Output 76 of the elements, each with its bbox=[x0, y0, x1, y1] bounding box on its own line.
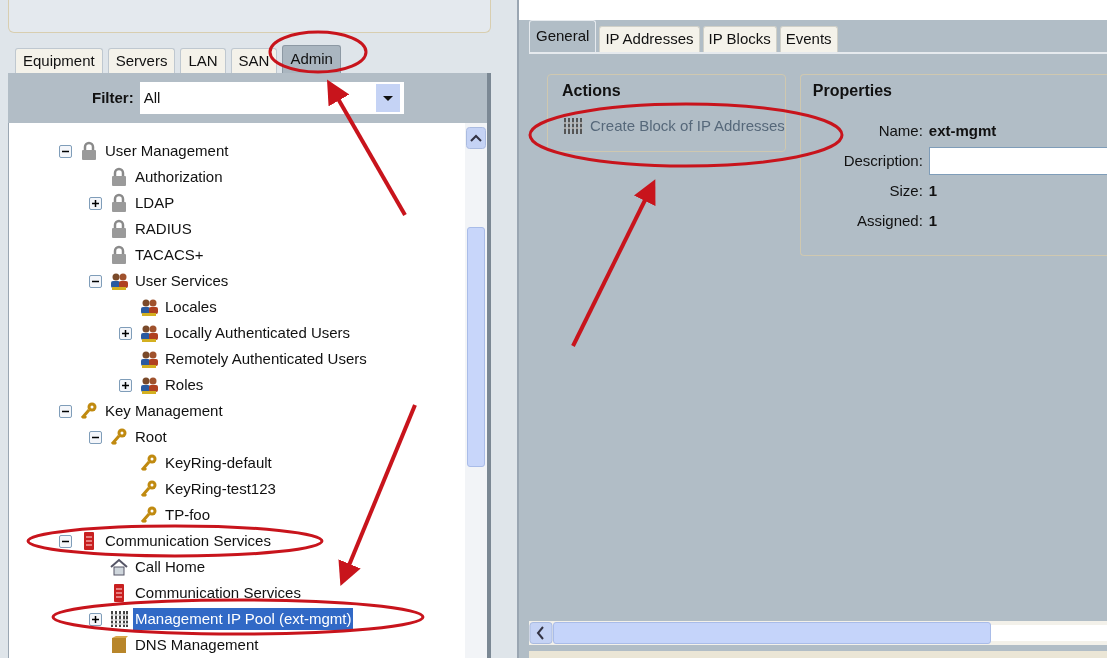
field-label: Assigned: bbox=[855, 210, 923, 231]
scroll-left-icon[interactable] bbox=[529, 622, 553, 644]
key-icon bbox=[139, 505, 159, 525]
field-label: Size: bbox=[888, 180, 923, 201]
field-value: 1 bbox=[928, 210, 938, 231]
tree-item[interactable]: KeyRing-default bbox=[163, 451, 274, 475]
padlock-icon bbox=[79, 141, 99, 161]
tab[interactable]: IP Addresses bbox=[599, 26, 700, 52]
group-title: Properties bbox=[812, 81, 893, 101]
tree-item[interactable]: User Management bbox=[103, 139, 231, 163]
people-icon bbox=[139, 323, 159, 343]
key-icon bbox=[79, 401, 99, 421]
tree-item[interactable]: TACACS+ bbox=[133, 243, 206, 267]
tab[interactable]: General bbox=[529, 20, 597, 52]
expand-icon[interactable] bbox=[118, 326, 132, 340]
filter-dropdown[interactable]: All bbox=[139, 82, 404, 114]
collapse-icon[interactable] bbox=[58, 534, 72, 548]
horizontal-scrollbar[interactable] bbox=[529, 621, 1107, 645]
tab[interactable]: Admin bbox=[282, 45, 341, 73]
filter-value: All bbox=[143, 87, 161, 108]
tab[interactable]: IP Blocks bbox=[702, 26, 777, 52]
tree-item[interactable]: RADIUS bbox=[133, 217, 194, 241]
tab[interactable]: Servers bbox=[107, 48, 176, 73]
tree-item[interactable]: Key Management bbox=[103, 399, 225, 423]
tab[interactable]: LAN bbox=[180, 48, 226, 73]
collapse-icon[interactable] bbox=[58, 144, 72, 158]
padlock-icon bbox=[109, 219, 129, 239]
collapse-icon[interactable] bbox=[88, 274, 102, 288]
package-icon bbox=[109, 635, 129, 655]
padlock-icon bbox=[109, 193, 129, 213]
field-label: Description: bbox=[842, 150, 923, 171]
scrollbar-thumb[interactable] bbox=[467, 227, 485, 467]
people-icon bbox=[139, 297, 159, 317]
tree-item[interactable]: Communication Services bbox=[133, 581, 303, 605]
people-icon bbox=[139, 349, 159, 369]
filter-label: Filter: bbox=[92, 87, 134, 108]
people-icon bbox=[139, 375, 159, 395]
tree-item[interactable]: Locally Authenticated Users bbox=[163, 321, 353, 345]
tab[interactable]: SAN bbox=[230, 48, 278, 73]
tree-item[interactable]: TP-foo bbox=[163, 503, 212, 527]
group-title: Actions bbox=[562, 81, 622, 101]
scroll-up-icon[interactable] bbox=[466, 127, 486, 149]
tree-item[interactable]: Root bbox=[133, 425, 169, 449]
expand-icon[interactable] bbox=[88, 612, 102, 626]
expand-icon[interactable] bbox=[118, 378, 132, 392]
field-label: Name: bbox=[877, 120, 923, 141]
tree-item[interactable]: Locales bbox=[163, 295, 219, 319]
tree-item[interactable]: Remotely Authenticated Users bbox=[163, 347, 369, 371]
grid-icon bbox=[562, 116, 586, 137]
collapse-icon[interactable] bbox=[88, 430, 102, 444]
tree-item[interactable]: User Services bbox=[133, 269, 231, 293]
tree-item[interactable]: Communication Services bbox=[103, 529, 273, 553]
collapse-icon[interactable] bbox=[58, 404, 72, 418]
key-icon bbox=[139, 453, 159, 473]
tree-item[interactable]: Call Home bbox=[133, 555, 208, 579]
tree-item[interactable]: Management IP Pool (ext-mgmt) bbox=[133, 607, 354, 631]
field-value: ext-mgmt bbox=[928, 120, 997, 141]
tree-item[interactable]: DNS Management bbox=[133, 633, 261, 657]
tree-item[interactable]: LDAP bbox=[133, 191, 177, 215]
scrollbar-thumb[interactable] bbox=[553, 622, 991, 644]
tab[interactable]: Events bbox=[779, 26, 838, 52]
field-value: 1 bbox=[928, 180, 938, 201]
tab[interactable]: Equipment bbox=[15, 48, 103, 73]
tree-item[interactable]: KeyRing-test123 bbox=[163, 477, 278, 501]
people-icon bbox=[109, 271, 129, 291]
tree-item[interactable]: Authorization bbox=[133, 165, 225, 189]
key-icon bbox=[139, 479, 159, 499]
key-icon bbox=[109, 427, 129, 447]
house-icon bbox=[109, 557, 129, 577]
padlock-icon bbox=[109, 167, 129, 187]
tree-item[interactable]: Roles bbox=[163, 373, 206, 397]
expand-icon[interactable] bbox=[88, 196, 102, 210]
padlock-icon bbox=[109, 245, 129, 265]
description-field[interactable] bbox=[928, 147, 1107, 175]
vertical-scrollbar[interactable] bbox=[465, 123, 487, 658]
grid-icon bbox=[109, 609, 129, 629]
